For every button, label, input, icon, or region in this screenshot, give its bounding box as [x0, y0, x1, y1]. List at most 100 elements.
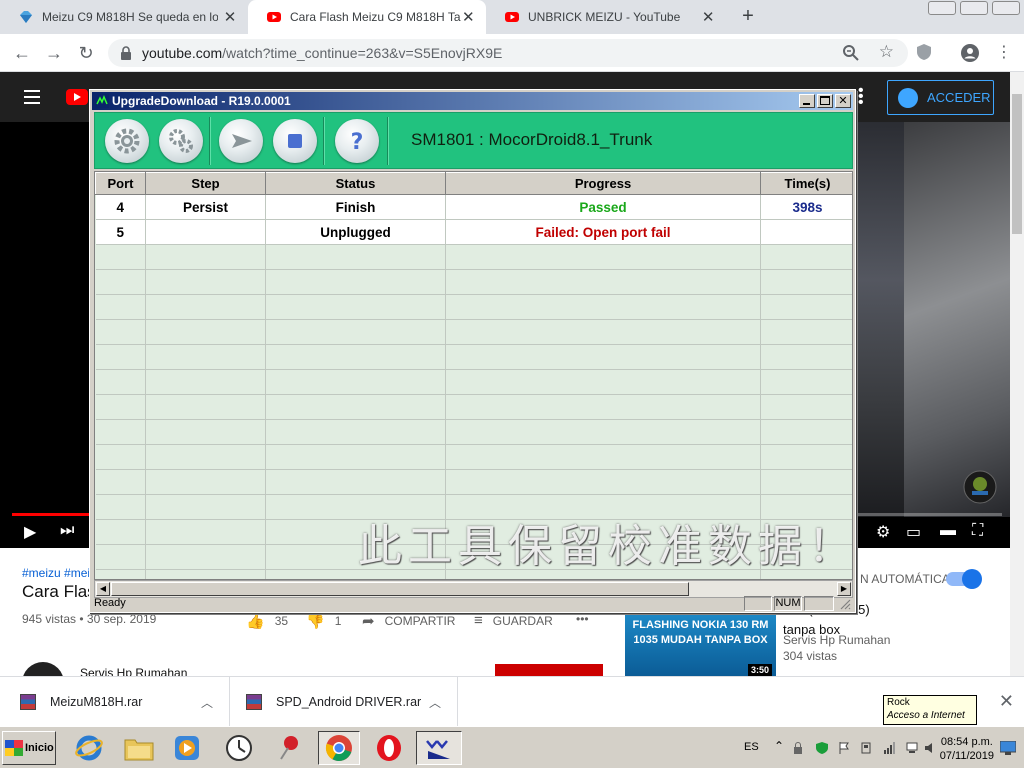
upgrade-download-task-icon[interactable] — [416, 731, 462, 765]
chevron-up-icon[interactable]: ︿ — [429, 694, 441, 711]
close-downloads-icon[interactable]: ✕ — [999, 691, 1014, 712]
start-button[interactable]: Inicio — [2, 731, 56, 765]
watermark-text: 此工具保留校准数据！ — [358, 521, 858, 572]
download-item[interactable]: SPD_Android DRIVER.rar ︿ — [230, 677, 458, 727]
settings-button[interactable] — [105, 119, 149, 163]
account-icon — [898, 87, 918, 108]
sign-in-button[interactable]: ACCEDER — [887, 80, 994, 115]
resize-grip-icon[interactable] — [839, 598, 851, 610]
share-button[interactable]: ➦ COMPARTIR — [362, 612, 455, 630]
column-header-progress[interactable]: Progress — [445, 172, 761, 195]
shield-extension-icon[interactable] — [916, 43, 932, 61]
scrollbar-thumb[interactable] — [1012, 94, 1022, 234]
more-actions-button[interactable]: ••• — [576, 612, 589, 626]
column-header-status[interactable]: Status — [265, 172, 446, 195]
tab-title: UNBRICK MEIZU - YouTube — [528, 10, 681, 24]
chevron-up-icon[interactable]: ︿ — [201, 694, 213, 711]
device-tray-icon[interactable] — [860, 742, 872, 754]
media-player-icon[interactable] — [170, 731, 204, 765]
youtube-logo-icon[interactable] — [66, 89, 88, 105]
opera-icon[interactable] — [372, 731, 406, 765]
play-arrow-icon — [232, 134, 252, 148]
next-icon[interactable]: ⏭ — [60, 522, 74, 540]
profile-icon[interactable] — [960, 43, 980, 63]
menu-dots-icon[interactable]: ⋮ — [994, 43, 1014, 63]
show-hidden-icons-icon[interactable]: ⌃ — [774, 739, 786, 753]
minimize-icon[interactable] — [799, 94, 815, 108]
close-tab-icon[interactable]: ✕ — [222, 8, 238, 26]
like-button[interactable]: 👍 35 — [246, 612, 288, 630]
subscribe-button[interactable] — [495, 664, 603, 676]
hamburger-menu-icon[interactable] — [24, 90, 40, 104]
table-header-row: Port Step Status Progress Time(s) — [95, 172, 852, 195]
video-hashtags[interactable]: #meizu #mei — [22, 566, 90, 580]
double-gear-icon — [169, 129, 193, 153]
back-arrow-icon[interactable]: ← — [12, 43, 32, 63]
internet-explorer-icon[interactable] — [72, 731, 106, 765]
folder-icon[interactable] — [122, 731, 156, 765]
page-scrollbar[interactable] — [1010, 72, 1024, 676]
signal-bars-icon[interactable] — [884, 742, 896, 754]
recommended-thumbnail[interactable]: FLASHING NOKIA 130 RM 1035 MUDAH TANPA B… — [625, 612, 776, 676]
settings-gear-icon[interactable]: ⚙ — [876, 522, 890, 542]
column-header-time[interactable]: Time(s) — [760, 172, 852, 195]
lock-tray-icon[interactable] — [792, 742, 804, 754]
fullscreen-icon[interactable]: ⛶ — [972, 522, 983, 540]
settings-dots-icon[interactable]: • • • — [858, 83, 864, 111]
volume-icon[interactable] — [924, 742, 936, 754]
url-text[interactable]: youtube.com/watch?time_continue=263&v=S5… — [142, 45, 502, 61]
lock-icon[interactable] — [120, 46, 132, 60]
action-center-flag-icon[interactable] — [838, 742, 850, 754]
theater-mode-icon[interactable]: ▬ — [940, 522, 956, 540]
forward-arrow-icon[interactable]: → — [44, 43, 64, 63]
browser-tab-active[interactable]: Cara Flash Meizu C9 M818H Tanpa B ✕ — [248, 0, 486, 34]
port-cell: 4 — [95, 194, 146, 220]
play-icon[interactable]: ▶ — [24, 522, 36, 542]
autoplay-toggle[interactable] — [946, 569, 982, 589]
table-row[interactable]: 4 Persist Finish Passed 398s — [95, 194, 852, 220]
youtube-favicon-icon — [267, 12, 281, 22]
column-header-step[interactable]: Step — [145, 172, 266, 195]
window-titlebar[interactable]: UpgradeDownload - R19.0.0001 ✕ — [92, 92, 853, 110]
show-desktop-icon[interactable] — [1000, 741, 1016, 755]
miniplayer-icon[interactable]: ▭ — [906, 522, 921, 542]
status-cell: Finish — [265, 194, 446, 220]
minimize-window-icon[interactable] — [928, 1, 956, 15]
download-item[interactable]: MeizuM818H.rar ︿ — [0, 677, 230, 727]
close-icon[interactable]: ✕ — [835, 94, 851, 108]
thumbs-up-icon: 👍 — [246, 613, 265, 630]
clock-app-icon[interactable] — [222, 731, 256, 765]
address-bar[interactable]: youtube.com/watch?time_continue=263&v=S5… — [108, 39, 908, 67]
chrome-icon[interactable] — [318, 731, 360, 765]
empty-row — [95, 269, 852, 295]
security-shield-icon[interactable] — [816, 742, 828, 754]
new-tab-icon[interactable]: + — [738, 6, 758, 26]
restore-window-icon[interactable] — [960, 1, 988, 15]
zoom-icon[interactable] — [842, 44, 860, 62]
maximize-icon[interactable] — [817, 94, 833, 108]
clock[interactable]: 08:54 p.m. 07/11/2019 — [940, 735, 994, 763]
browser-tab[interactable]: UNBRICK MEIZU - YouTube ✕ — [486, 0, 726, 34]
status-pane-caps — [744, 596, 772, 611]
table-row[interactable]: 5 Unplugged Failed: Open port fail — [95, 219, 852, 245]
reload-icon[interactable]: ↻ — [76, 43, 96, 63]
bookmark-star-icon[interactable]: ☆ — [879, 42, 894, 62]
language-indicator[interactable]: ES — [744, 741, 759, 753]
windows-logo-icon — [5, 740, 23, 756]
channel-watermark-icon[interactable] — [963, 470, 997, 504]
close-tab-icon[interactable]: ✕ — [700, 8, 716, 26]
browser-tab[interactable]: Meizu C9 M818H Se queda en logo y ✕ — [0, 0, 248, 34]
column-header-port[interactable]: Port — [95, 172, 146, 195]
start-download-button[interactable] — [219, 119, 263, 163]
dislike-button[interactable]: 👎 1 — [306, 612, 341, 630]
network-icon[interactable] — [906, 742, 918, 754]
status-pane-scroll — [804, 596, 834, 611]
tab-title: Meizu C9 M818H Se queda en logo y — [42, 10, 218, 24]
pin-app-icon[interactable] — [272, 731, 306, 765]
stop-download-button[interactable] — [273, 119, 317, 163]
save-button[interactable]: ≡ GUARDAR — [474, 612, 553, 629]
close-window-icon[interactable] — [992, 1, 1020, 15]
close-tab-icon[interactable]: ✕ — [461, 8, 477, 26]
help-button[interactable]: ? — [335, 119, 379, 163]
load-packet-button[interactable] — [159, 119, 203, 163]
